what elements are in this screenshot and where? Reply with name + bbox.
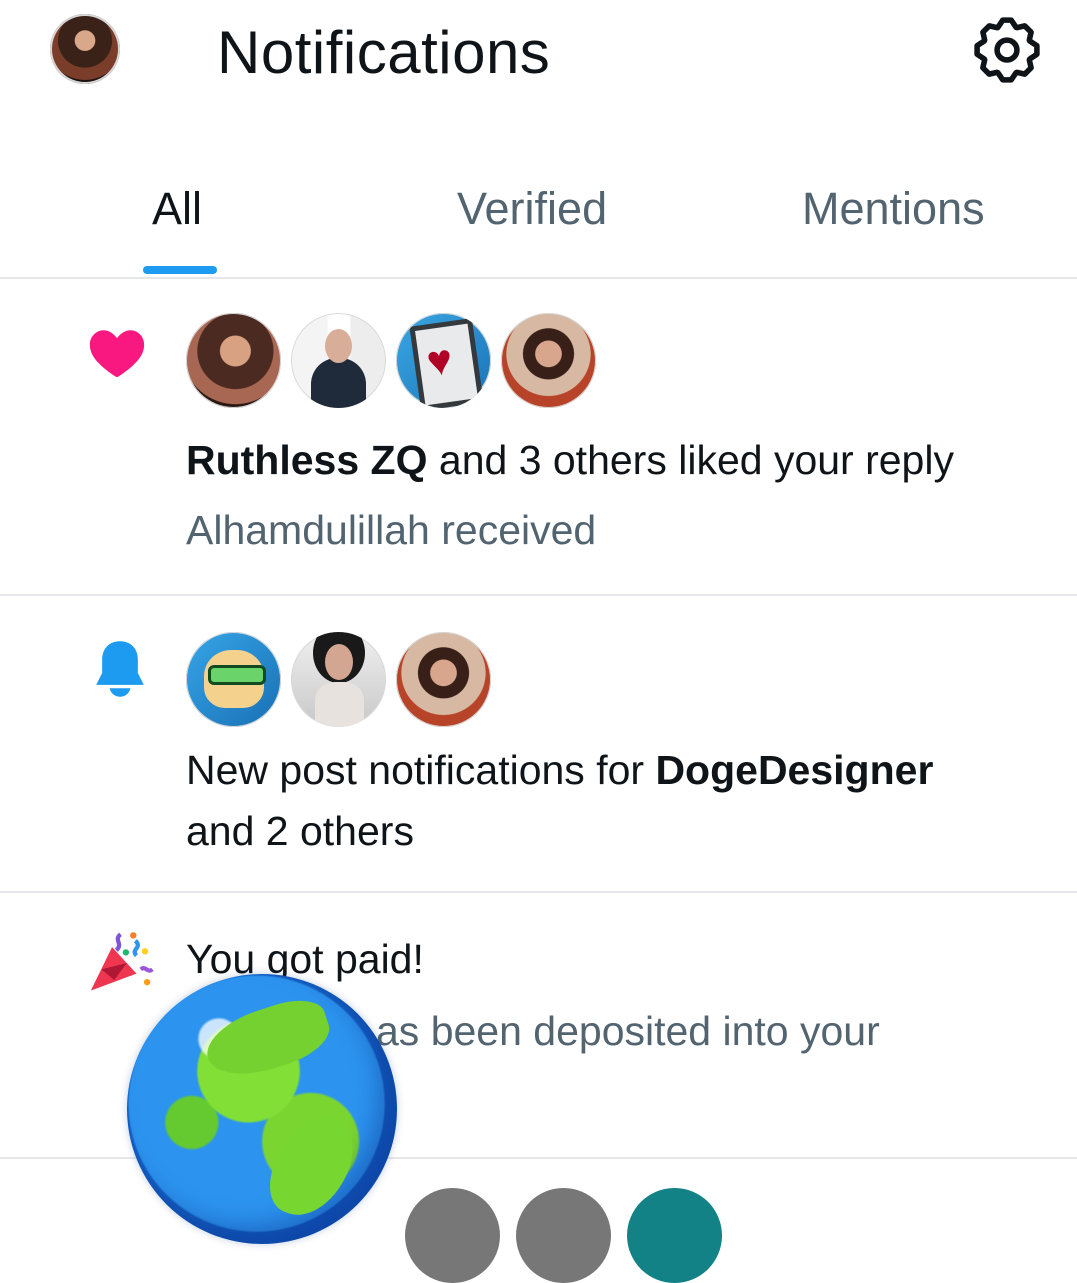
top-bar: Notifications bbox=[0, 0, 1077, 110]
heart-icon bbox=[89, 330, 145, 378]
page-title: Notifications bbox=[217, 19, 551, 86]
avatar[interactable] bbox=[291, 632, 386, 727]
tab-mentions[interactable]: Mentions bbox=[802, 182, 985, 236]
bell-icon bbox=[96, 641, 144, 697]
notification-tabs: All Verified Mentions bbox=[0, 160, 1077, 279]
notification-suffix: and 2 others bbox=[186, 808, 414, 854]
tab-verified[interactable]: Verified bbox=[457, 182, 607, 236]
partial-next-notification-avatars bbox=[405, 1188, 722, 1283]
active-tab-indicator bbox=[143, 266, 217, 274]
avatar[interactable] bbox=[186, 313, 281, 408]
avatar[interactable] bbox=[405, 1188, 500, 1283]
notification-prefix: New post notifications for bbox=[186, 747, 645, 793]
avatar[interactable] bbox=[516, 1188, 611, 1283]
actor-name[interactable]: Ruthless ZQ bbox=[186, 437, 427, 483]
reply-preview: Alhamdulillah received bbox=[186, 507, 597, 553]
party-popper-icon bbox=[90, 932, 154, 991]
liker-avatars bbox=[186, 313, 596, 408]
notification-action: and 3 others liked your reply bbox=[438, 437, 954, 483]
avatar[interactable] bbox=[627, 1188, 722, 1283]
actor-name[interactable]: DogeDesigner bbox=[655, 747, 933, 793]
avatar[interactable] bbox=[501, 313, 596, 408]
avatar[interactable] bbox=[396, 313, 491, 408]
account-avatars bbox=[186, 632, 491, 727]
tab-all[interactable]: All bbox=[152, 182, 202, 236]
payment-preview: as been deposited into your bbox=[376, 1008, 880, 1054]
like-notification[interactable]: Ruthless ZQ and 3 others liked your repl… bbox=[0, 277, 1077, 596]
post-notification[interactable]: New post notifications for DogeDesigner … bbox=[0, 595, 1077, 893]
notification-text: Ruthless ZQ and 3 others liked your repl… bbox=[186, 431, 954, 489]
gear-icon[interactable] bbox=[972, 15, 1042, 85]
avatar[interactable] bbox=[291, 313, 386, 408]
notification-text-line-1: New post notifications for DogeDesigner bbox=[186, 741, 933, 799]
avatar[interactable] bbox=[186, 632, 281, 727]
avatar[interactable] bbox=[396, 632, 491, 727]
profile-avatar[interactable] bbox=[50, 14, 120, 84]
globe-icon bbox=[127, 974, 397, 1244]
